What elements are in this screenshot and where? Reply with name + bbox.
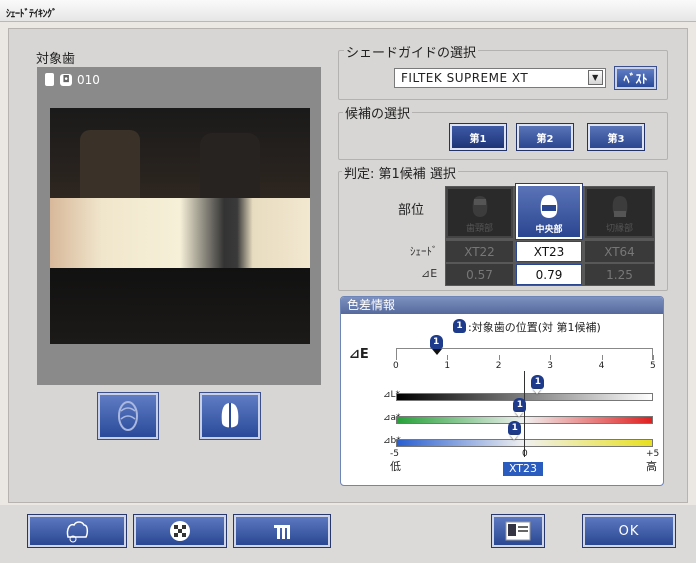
tooth-incisal-icon (612, 196, 627, 217)
shade-cell-cervical: XT22 (446, 241, 513, 262)
shade-cell-middle: XT23 (516, 241, 582, 262)
chevron-down-icon[interactable]: ▼ (588, 70, 603, 85)
region-name: 切縁部 (605, 224, 633, 234)
region-middle[interactable]: 中央部 (515, 183, 583, 240)
delta-e-marker: 1 (429, 335, 443, 355)
tooth-cervical-icon (472, 196, 487, 217)
report-button[interactable] (491, 514, 545, 548)
ok-button[interactable]: OK (582, 514, 676, 548)
tooth-outline-icon (118, 401, 138, 431)
best-button[interactable]: ﾍﾞｽﾄ (614, 66, 657, 90)
delta-e-tick-mark (447, 355, 449, 360)
judgement-group-label: 判定: 第1候補 選択 (342, 163, 458, 182)
candidate-3-button[interactable]: 第3 (587, 123, 645, 151)
triangle-down-icon (533, 389, 542, 394)
color-diff-legend: :対象歯の位置(対 第1候補) (468, 321, 601, 334)
half-tooth-icon (221, 403, 239, 428)
delta-e-tick-label: 2 (495, 361, 502, 371)
shade-guide-selected: FILTEK SUPREME XT (401, 71, 529, 85)
delta-e-tick-mark (653, 355, 654, 360)
shade-tabs-icon (274, 525, 290, 539)
delta-e-cell-cervical: 0.57 (446, 264, 513, 285)
delta-e-tick-label: 4 (598, 361, 605, 371)
delta-e-tick-mark (550, 355, 552, 360)
tooth-middle-icon (540, 195, 558, 218)
id-card-icon (505, 521, 531, 541)
shade-guide-select[interactable]: FILTEK SUPREME XT ▼ (394, 68, 606, 88)
candidate-2-button[interactable]: 第2 (516, 123, 574, 151)
color-diff-panel: 色差情報 1 :対象歯の位置(対 第1候補) ⊿E 012345 1 ⊿L* ⊿… (340, 296, 664, 486)
delta-e-tick-label: 3 (547, 361, 553, 371)
window-title: ｼｪｰﾄﾞﾃｲｷﾝｸﾞ (6, 9, 57, 20)
color-diff-title: 色差情報 (341, 297, 663, 314)
lab-marker-icon: 1 (513, 398, 527, 412)
region-name: 歯頸部 (465, 224, 493, 234)
region-incisal[interactable]: 切縁部 (585, 187, 654, 238)
delta-e-cell-middle: 0.79 (516, 264, 582, 285)
teeth-icon (66, 521, 89, 543)
tooth-id: 010 (77, 73, 100, 87)
candidate-1-button[interactable]: 第1 (449, 123, 507, 151)
delta-e-cell-incisal: 1.25 (585, 264, 654, 285)
shade-tab-button[interactable] (233, 514, 331, 548)
delta-e-axis-label: ⊿E (349, 347, 369, 362)
delta-e-tick-label: 1 (444, 361, 451, 371)
triangle-down-icon (510, 435, 519, 440)
tooth-small-icon (45, 73, 54, 86)
low-label: 低 (390, 460, 401, 473)
delta-e-tick-mark (498, 355, 500, 360)
shade-guide-group-label: シェードガイドの選択 (344, 42, 479, 61)
zero-line (524, 371, 525, 457)
half-tooth-view-button[interactable] (199, 392, 261, 440)
marker-1-icon: 1 (429, 335, 443, 349)
marker-1-icon: 1 (453, 319, 466, 333)
tooth-photo (50, 108, 310, 344)
delta-e-tick-label: 0 (393, 361, 399, 371)
triangle-down-icon (515, 412, 524, 417)
lab-marker-icon: 1 (531, 375, 545, 389)
shade-cell-incisal: XT64 (585, 241, 654, 262)
high-label: 高 (646, 460, 657, 473)
lab-marker-icon: 1 (508, 421, 522, 435)
delta-e-tick-label: 5 (650, 361, 656, 371)
whole-tooth-view-button[interactable] (97, 392, 159, 440)
delta-e-tick-mark (396, 355, 397, 360)
reference-shade-badge: XT23 (503, 462, 543, 476)
delta-e-tick-mark (601, 355, 603, 360)
delta-e-row-label: ⊿E (421, 267, 438, 280)
region-cervical[interactable]: 歯頸部 (446, 187, 513, 238)
candidate-group-label: 候補の選択 (343, 103, 413, 122)
lock-icon: ◘ (60, 74, 72, 86)
axis-zero: 0 (522, 449, 528, 459)
shade-row-label: ｼｪｰﾄﾞ (410, 245, 438, 258)
checker-icon (170, 521, 190, 541)
title-bar: ｼｪｰﾄﾞﾃｲｷﾝｸﾞ (0, 0, 696, 22)
pattern-button[interactable] (133, 514, 227, 548)
triangle-down-icon (431, 349, 442, 355)
region-label: 部位 (398, 203, 425, 218)
target-tooth-label: 対象歯 (36, 52, 76, 67)
region-name: 中央部 (535, 225, 563, 235)
tooth-chart-button[interactable] (27, 514, 127, 548)
